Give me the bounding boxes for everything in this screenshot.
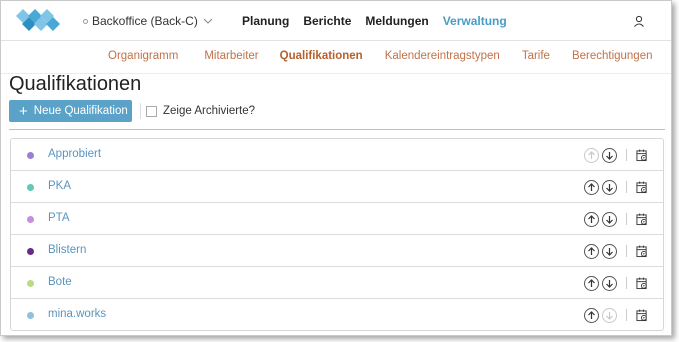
move-up-button[interactable] [584, 147, 599, 163]
move-up-button[interactable] [584, 307, 599, 323]
top-bar: Backoffice (Back-C) Planung Berichte Mel… [1, 1, 671, 41]
subnav-berechtigungen[interactable]: Berechtigungen [572, 50, 653, 62]
toolbar-separator [140, 103, 141, 119]
user-icon[interactable] [633, 15, 645, 27]
control-separator [626, 181, 627, 193]
nav-verwaltung[interactable]: Verwaltung [443, 14, 507, 28]
calendar-settings-icon[interactable] [635, 276, 648, 290]
main-nav: Planung Berichte Meldungen Verwaltung [242, 14, 507, 28]
sub-nav: Organigramm Mitarbeiter Qualifikationen … [108, 50, 653, 62]
plus-icon: + [19, 102, 28, 120]
color-dot-icon [27, 248, 34, 255]
row-controls [584, 210, 648, 228]
move-down-button[interactable] [602, 211, 617, 227]
subnav-tarife[interactable]: Tarife [522, 50, 550, 62]
calendar-settings-icon[interactable] [635, 212, 648, 226]
qualification-name[interactable]: Blistern [48, 244, 86, 256]
qualification-name[interactable]: Approbiert [48, 148, 101, 160]
environment-selector[interactable]: Backoffice (Back-C) [83, 14, 214, 28]
subnav-mitarbeiter[interactable]: Mitarbeiter [204, 50, 258, 62]
move-up-button[interactable] [584, 243, 599, 259]
color-dot-icon [27, 312, 34, 319]
subnav-kalendereintragstypen[interactable]: Kalendereintragstypen [385, 50, 500, 62]
calendar-settings-icon[interactable] [635, 148, 648, 162]
app-window: Backoffice (Back-C) Planung Berichte Mel… [0, 0, 672, 336]
environment-label: Backoffice (Back-C) [92, 14, 198, 28]
calendar-settings-icon[interactable] [635, 244, 648, 258]
row-controls [584, 306, 648, 324]
row-controls [584, 178, 648, 196]
row-controls [584, 274, 648, 292]
subnav-organigramm[interactable]: Organigramm [108, 50, 178, 62]
move-down-button[interactable] [602, 147, 617, 163]
qualification-row: Bote [11, 267, 663, 299]
chevron-down-icon [203, 18, 213, 24]
move-up-button[interactable] [584, 211, 599, 227]
status-dot-icon [83, 18, 88, 24]
content-divider [9, 129, 665, 130]
move-down-button[interactable] [602, 243, 617, 259]
qualification-row: PKA [11, 171, 663, 203]
show-archived-toggle[interactable]: Zeige Archivierte? [146, 105, 255, 117]
qualification-name[interactable]: PTA [48, 212, 70, 224]
row-controls [584, 242, 648, 260]
show-archived-checkbox[interactable] [146, 105, 157, 117]
qualification-name[interactable]: PKA [48, 180, 71, 192]
control-separator [626, 149, 627, 161]
calendar-settings-icon[interactable] [635, 180, 648, 194]
qualification-row: PTA [11, 203, 663, 235]
qualification-row: Blistern [11, 235, 663, 267]
new-qualification-button[interactable]: + Neue Qualifikation [9, 100, 132, 122]
qualification-row: mina.works [11, 299, 663, 331]
nav-berichte[interactable]: Berichte [303, 14, 351, 28]
move-down-button[interactable] [602, 307, 617, 323]
subnav-qualifikationen[interactable]: Qualifikationen [280, 50, 363, 62]
diamond-logo-icon[interactable] [11, 7, 69, 35]
calendar-settings-icon[interactable] [635, 308, 648, 322]
show-archived-label: Zeige Archivierte? [163, 105, 256, 117]
move-up-button[interactable] [584, 275, 599, 291]
move-down-button[interactable] [602, 179, 617, 195]
control-separator [626, 277, 627, 289]
row-controls [584, 146, 648, 164]
color-dot-icon [27, 152, 34, 159]
qualification-list: Approbiert PKA PTA Blistern Bote mina.works [10, 138, 664, 331]
new-qualification-label: Neue Qualifikation [33, 105, 128, 117]
qualification-name[interactable]: Bote [48, 276, 72, 288]
control-separator [626, 309, 627, 321]
move-up-button[interactable] [584, 179, 599, 195]
color-dot-icon [27, 216, 34, 223]
move-down-button[interactable] [602, 275, 617, 291]
control-separator [626, 213, 627, 225]
qualification-name[interactable]: mina.works [48, 308, 106, 320]
control-separator [626, 245, 627, 257]
nav-meldungen[interactable]: Meldungen [365, 14, 428, 28]
color-dot-icon [27, 280, 34, 287]
qualification-row: Approbiert [11, 139, 663, 171]
color-dot-icon [27, 184, 34, 191]
nav-planung[interactable]: Planung [242, 14, 289, 28]
page-title: Qualifikationen [9, 73, 142, 95]
